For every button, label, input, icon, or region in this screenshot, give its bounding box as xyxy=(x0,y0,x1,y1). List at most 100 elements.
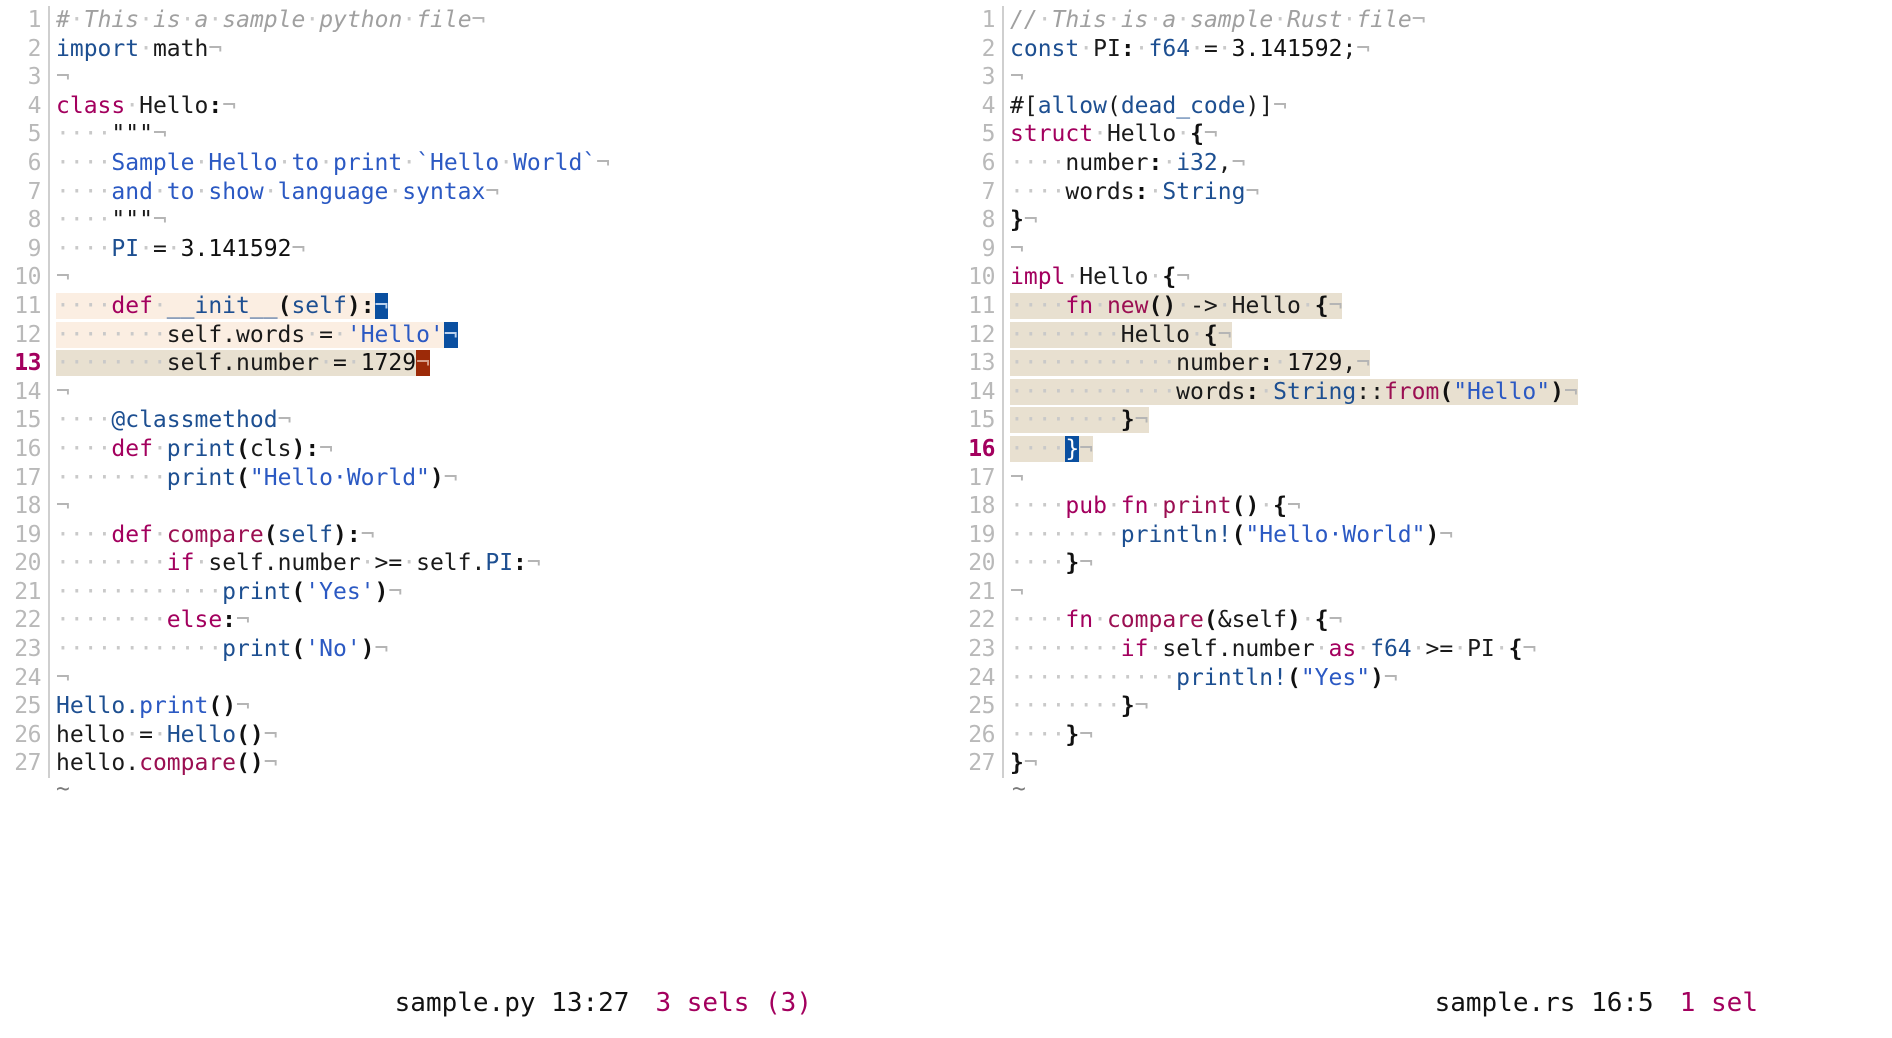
line-content[interactable]: ····}¬ xyxy=(1010,721,1093,750)
code-line[interactable]: 27}¬ xyxy=(946,749,1892,779)
code-line-selected[interactable]: 14 ············words:·String::from("Hello… xyxy=(946,377,1892,407)
code-line[interactable]: 1 #·This·is·a·sample·python·file¬ xyxy=(0,6,946,35)
code-line[interactable]: 19 ····def·compare(self):¬ xyxy=(0,520,946,550)
pane-sample-py[interactable]: 1 #·This·is·a·sample·python·file¬ 2 import… xyxy=(0,0,946,968)
code-line[interactable]: 8 ····"""¬ xyxy=(0,206,946,235)
line-content[interactable]: class·Hello:¬ xyxy=(56,92,236,121)
code-line-current[interactable]: 16 ····}¬ xyxy=(946,434,1892,464)
code-line[interactable]: 27 hello.compare()¬ xyxy=(0,749,946,779)
code-line[interactable]: 9 ¬ xyxy=(946,234,1892,264)
line-content[interactable]: ····"""¬ xyxy=(56,206,167,235)
code-line[interactable]: 9 ····PI·=·3.141592¬ xyxy=(0,234,946,264)
line-content[interactable]: ············words:·String::from("Hello")… xyxy=(1010,378,1578,407)
code-line-selected[interactable]: 12 ········Hello·{¬ xyxy=(946,320,1892,350)
line-content[interactable]: ············print('No')¬ xyxy=(56,635,388,664)
line-content[interactable]: hello.compare()¬ xyxy=(56,749,278,778)
code-line[interactable]: 26 hello·=·Hello()¬ xyxy=(0,720,946,750)
code-line-selected[interactable]: 13 ············number:·1729,¬ xyxy=(946,349,1892,378)
code-line[interactable]: 7 ····words:·String¬ xyxy=(946,177,1892,207)
line-content[interactable]: ············println!("Yes")¬ xyxy=(1010,664,1398,693)
code-line[interactable]: 22 ········else:¬ xyxy=(0,606,946,636)
line-content[interactable]: impl·Hello·{¬ xyxy=(1010,263,1190,292)
code-line[interactable]: 17 ········print("Hello·World")¬ xyxy=(0,463,946,493)
line-content[interactable]: ············number:·1729,¬ xyxy=(1010,349,1371,378)
code-line[interactable]: 24 ············println!("Yes")¬ xyxy=(946,663,1892,693)
code-line[interactable]: 26 ····}¬ xyxy=(946,720,1892,750)
code-line[interactable]: 5 struct·Hello·{¬ xyxy=(946,120,1892,149)
code-line-selected[interactable]: 12 ········self.words·=·'Hello'¬ xyxy=(0,320,946,350)
line-content[interactable]: hello·=·Hello()¬ xyxy=(56,721,278,750)
line-content[interactable]: ····PI·=·3.141592¬ xyxy=(56,235,305,264)
line-content[interactable]: import·math¬ xyxy=(56,35,222,64)
line-content[interactable]: struct·Hello·{¬ xyxy=(1010,120,1218,149)
line-content[interactable]: ····and·to·show·language·syntax¬ xyxy=(56,178,499,207)
code-line-current[interactable]: 13 ········self.number·=·1729¬ xyxy=(0,349,946,378)
line-content[interactable]: ····}¬ xyxy=(1010,549,1093,578)
line-content[interactable]: ············print('Yes')¬ xyxy=(56,578,402,607)
code-line[interactable]: 18 ····pub·fn·print()·{¬ xyxy=(946,492,1892,521)
line-content[interactable]: ········}¬ xyxy=(1010,692,1149,721)
line-content[interactable]: ····fn·compare(&self)·{¬ xyxy=(1010,606,1342,635)
buffer-sample-py[interactable]: 1 #·This·is·a·sample·python·file¬ 2 import… xyxy=(0,0,946,807)
line-content[interactable]: ····"""¬ xyxy=(56,120,167,149)
code-line[interactable]: 15 ····@classmethod¬ xyxy=(0,406,946,435)
line-content[interactable]: ····fn·new()·->·Hello·{¬ xyxy=(1010,292,1343,321)
line-content[interactable]: ········self.number·=·1729¬ xyxy=(56,349,430,378)
line-content[interactable]: ¬ xyxy=(56,263,70,292)
code-line[interactable]: 1 //·This·is·a·sample·Rust·file¬ xyxy=(946,6,1892,35)
code-line[interactable]: 14 ¬ xyxy=(0,377,946,407)
code-line[interactable]: 20 ········if·self.number·>=·self.PI:¬ xyxy=(0,549,946,578)
line-content[interactable]: }¬ xyxy=(1010,749,1038,778)
code-line-selected[interactable]: 15 ········}¬ xyxy=(946,406,1892,435)
line-content[interactable]: ¬ xyxy=(1010,235,1024,264)
code-line[interactable]: 3 ¬ xyxy=(0,63,946,92)
code-line[interactable]: 25 Hello.print()¬ xyxy=(0,692,946,721)
line-content[interactable]: #[allow(dead_code)]¬ xyxy=(1010,92,1287,121)
code-line[interactable]: 21 ¬ xyxy=(946,577,1892,607)
code-line[interactable]: 19 ········println!("Hello·World")¬ xyxy=(946,520,1892,550)
line-content[interactable]: Hello.print()¬ xyxy=(56,692,250,721)
code-line[interactable]: 4 #[allow(dead_code)]¬ xyxy=(946,91,1892,121)
code-line[interactable]: 6 ····Sample·Hello·to·print·`Hello·World`… xyxy=(0,148,946,178)
line-content[interactable]: ····number:·i32,¬ xyxy=(1010,149,1245,178)
line-content[interactable]: ········println!("Hello·World")¬ xyxy=(1010,521,1453,550)
line-content[interactable]: ····}¬ xyxy=(1010,435,1094,464)
line-content[interactable]: ····def·compare(self):¬ xyxy=(56,521,375,550)
line-content[interactable]: ····def·__init__(self):¬ xyxy=(56,292,389,321)
line-content[interactable]: ········Hello·{¬ xyxy=(1010,321,1232,350)
line-content[interactable]: ········if·self.number·as·f64·>=·PI·{¬ xyxy=(1010,635,1536,664)
line-content[interactable]: const·PI:·f64·=·3.141592;¬ xyxy=(1010,35,1370,64)
line-content[interactable]: ····pub·fn·print()·{¬ xyxy=(1010,492,1301,521)
code-line-selected[interactable]: 11 ····fn·new()·->·Hello·{¬ xyxy=(946,291,1892,321)
code-line[interactable]: 18 ¬ xyxy=(0,492,946,521)
code-line[interactable]: 24 ¬ xyxy=(0,663,946,693)
line-content[interactable]: ····words:·String¬ xyxy=(1010,178,1259,207)
line-content[interactable]: //·This·is·a·sample·Rust·file¬ xyxy=(1010,6,1426,35)
line-content[interactable]: ········self.words·=·'Hello'¬ xyxy=(56,321,458,350)
line-content[interactable]: ¬ xyxy=(1010,464,1024,493)
line-content[interactable]: ········if·self.number·>=·self.PI:¬ xyxy=(56,549,541,578)
line-content[interactable]: ········}¬ xyxy=(1010,406,1149,435)
code-line[interactable]: 2 import·math¬ xyxy=(0,34,946,64)
line-content[interactable]: ¬ xyxy=(56,664,70,693)
code-line[interactable]: 5 ····"""¬ xyxy=(0,120,946,149)
code-line[interactable]: 22 ····fn·compare(&self)·{¬ xyxy=(946,606,1892,636)
buffer-sample-rs[interactable]: 1 //·This·is·a·sample·Rust·file¬ 2 const·P… xyxy=(946,0,1892,807)
code-line-selected[interactable]: 11 ····def·__init__(self):¬ xyxy=(0,291,946,321)
line-content[interactable]: ¬ xyxy=(1010,63,1024,92)
line-content[interactable]: ¬ xyxy=(1010,578,1024,607)
pane-sample-rs[interactable]: 1 //·This·is·a·sample·Rust·file¬ 2 const·P… xyxy=(946,0,1892,968)
line-content[interactable]: ····def·print(cls):¬ xyxy=(56,435,333,464)
code-line[interactable]: 4 class·Hello:¬ xyxy=(0,91,946,121)
line-content[interactable]: ········else:¬ xyxy=(56,606,250,635)
line-content[interactable]: ····Sample·Hello·to·print·`Hello·World`¬ xyxy=(56,149,610,178)
code-line[interactable]: 3 ¬ xyxy=(946,63,1892,92)
code-line[interactable]: 16 ····def·print(cls):¬ xyxy=(0,434,946,464)
line-content[interactable]: #·This·is·a·sample·python·file¬ xyxy=(56,6,485,35)
code-line[interactable]: 23 ············print('No')¬ xyxy=(0,635,946,664)
code-line[interactable]: 23 ········if·self.number·as·f64·>=·PI·{¬ xyxy=(946,635,1892,664)
code-line[interactable]: 20 ····}¬ xyxy=(946,549,1892,578)
code-line[interactable]: 2 const·PI:·f64·=·3.141592;¬ xyxy=(946,34,1892,64)
code-line[interactable]: 25 ········}¬ xyxy=(946,692,1892,721)
line-content[interactable]: ¬ xyxy=(56,63,70,92)
